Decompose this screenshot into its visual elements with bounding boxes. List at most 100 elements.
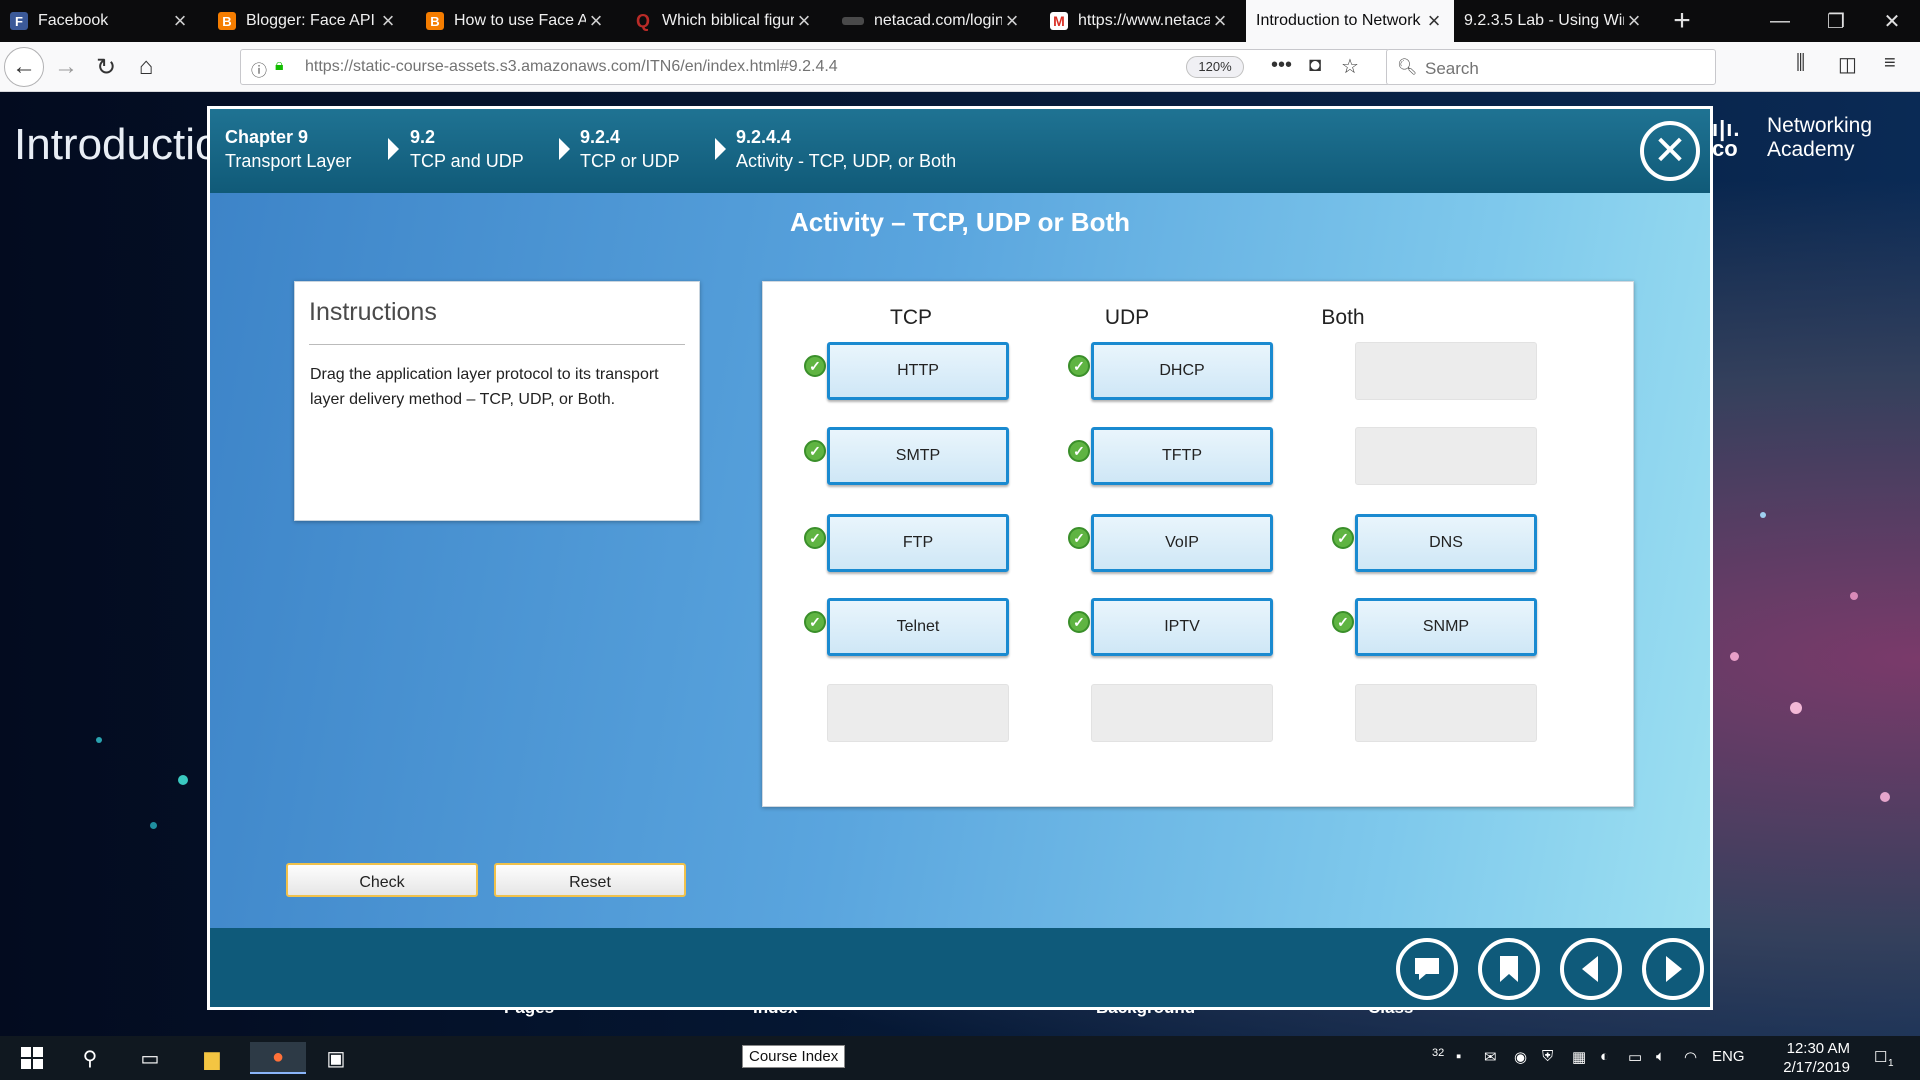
empty-drop-slot[interactable] <box>1355 427 1537 485</box>
tab-lab[interactable]: 9.2.3.5 Lab - Using Wires × <box>1454 0 1654 42</box>
more-actions-icon[interactable]: ••• <box>1271 54 1292 77</box>
menu-icon[interactable]: ≡ <box>1884 52 1896 75</box>
minimize-button[interactable]: — <box>1752 0 1808 42</box>
volume-icon[interactable]: 🔈︎ <box>1656 1048 1665 1065</box>
fiber-light <box>1760 512 1766 518</box>
protocol-card-ftp[interactable]: FTP <box>827 514 1009 572</box>
close-tab-icon[interactable]: × <box>1210 8 1230 34</box>
close-icon: ✕ <box>1653 129 1687 173</box>
file-explorer-icon[interactable]: ▆ <box>188 1042 236 1074</box>
close-tab-icon[interactable]: × <box>1002 8 1022 34</box>
correct-check-icon: ✓ <box>804 611 826 633</box>
firefox-icon[interactable]: ● <box>250 1042 306 1074</box>
activity-modal: Chapter 9 Transport Layer 9.2 TCP and UD… <box>207 106 1713 1010</box>
next-page-button[interactable] <box>1642 938 1704 1000</box>
reset-button[interactable]: Reset <box>494 863 686 897</box>
close-window-button[interactable]: ✕ <box>1864 0 1920 42</box>
battery-icon[interactable]: ▭ <box>1628 1048 1642 1066</box>
tab-blogger[interactable]: B Blogger: Face API A × <box>208 0 408 42</box>
breadcrumb-number: 9.2 <box>410 127 436 147</box>
bookmark-star-icon[interactable]: ☆ <box>1341 54 1359 79</box>
new-tab-button[interactable]: + <box>1662 0 1702 42</box>
home-button[interactable]: ⌂ <box>126 47 166 87</box>
close-modal-button[interactable]: ✕ <box>1640 121 1700 181</box>
close-tab-icon[interactable]: × <box>794 8 814 34</box>
correct-check-icon: ✓ <box>804 527 826 549</box>
protocol-card-dhcp[interactable]: DHCP <box>1091 342 1273 400</box>
task-view-icon[interactable]: ▭ <box>126 1042 174 1074</box>
back-button[interactable]: ← <box>4 47 44 87</box>
breadcrumb-arrow-icon <box>559 138 570 160</box>
breadcrumb-section[interactable]: 9.2 TCP and UDP <box>410 125 524 173</box>
tab-face-api[interactable]: B How to use Face AP × <box>416 0 616 42</box>
action-center-icon[interactable]: ☐ <box>1874 1048 1887 1066</box>
record-icon[interactable]: ◉ <box>1514 1048 1527 1066</box>
tab-title: https://www.netacad <box>1078 12 1210 29</box>
empty-drop-slot[interactable] <box>1355 342 1537 400</box>
breadcrumb-activity[interactable]: 9.2.4.4 Activity - TCP, UDP, or Both <box>736 125 956 173</box>
network-app-icon[interactable]: ▦ <box>1572 1048 1586 1066</box>
tab-title: 9.2.3.5 Lab - Using Wires <box>1464 12 1624 29</box>
breadcrumb-chapter[interactable]: Chapter 9 Transport Layer <box>225 125 351 173</box>
start-windows-icon[interactable] <box>8 1042 56 1074</box>
close-tab-icon[interactable]: × <box>170 8 190 34</box>
close-tab-icon[interactable]: × <box>1424 8 1444 34</box>
terminal-icon[interactable]: ▣ <box>312 1042 360 1074</box>
clock-date: 2/17/2019 <box>1783 1059 1850 1076</box>
compass-icon[interactable]: ◐ <box>1600 1048 1609 1065</box>
protocol-card-dns[interactable]: DNS <box>1355 514 1537 572</box>
quora-icon: Q <box>635 10 650 31</box>
tab-netacad-login[interactable]: netacad.com/login/ × <box>832 0 1032 42</box>
tab-title: Which biblical figur <box>662 12 794 29</box>
close-tab-icon[interactable]: × <box>586 8 606 34</box>
tab-title: How to use Face AP <box>454 12 586 29</box>
clock[interactable]: 12:30 AM 2/17/2019 <box>1760 1039 1850 1077</box>
check-button[interactable]: Check <box>286 863 478 897</box>
protocol-card-tftp[interactable]: TFTP <box>1091 427 1273 485</box>
forward-button[interactable]: → <box>46 47 86 87</box>
previous-page-button[interactable] <box>1560 938 1622 1000</box>
bookmark-button[interactable] <box>1478 938 1540 1000</box>
correct-check-icon: ✓ <box>1332 527 1354 549</box>
zoom-level-badge[interactable]: 120% <box>1186 56 1244 78</box>
arrow-right-icon <box>1666 956 1682 982</box>
empty-drop-slot[interactable] <box>1091 684 1273 742</box>
teams-icon[interactable]: ▪ <box>1456 1048 1461 1065</box>
protocol-card-voip[interactable]: VoIP <box>1091 514 1273 572</box>
tab-introduction-to-networks[interactable]: Introduction to Network × <box>1246 0 1454 42</box>
info-icon[interactable]: ⓘ <box>251 57 267 81</box>
pocket-icon[interactable]: ◘ <box>1309 54 1321 77</box>
lock-icon[interactable]: 🔒︎ <box>275 57 284 75</box>
comment-button[interactable] <box>1396 938 1458 1000</box>
tab-quora[interactable]: Q Which biblical figur × <box>624 0 824 42</box>
breadcrumb-label: TCP and UDP <box>410 151 524 171</box>
protocol-card-smtp[interactable]: SMTP <box>827 427 1009 485</box>
breadcrumb-label: Activity - TCP, UDP, or Both <box>736 151 957 171</box>
close-tab-icon[interactable]: × <box>378 8 398 34</box>
close-tab-icon[interactable]: × <box>1624 8 1644 34</box>
library-icon[interactable]: ⫼ <box>1796 52 1805 75</box>
arrow-left-icon <box>1582 956 1598 982</box>
protocol-card-iptv[interactable]: IPTV <box>1091 598 1273 656</box>
tab-netacad[interactable]: M https://www.netacad × <box>1040 0 1240 42</box>
empty-drop-slot[interactable] <box>1355 684 1537 742</box>
tab-facebook[interactable]: F Facebook × <box>0 0 200 42</box>
empty-drop-slot[interactable] <box>827 684 1009 742</box>
reload-button[interactable]: ↻ <box>86 47 126 87</box>
restore-button[interactable]: ❐ <box>1808 0 1864 42</box>
search-icon[interactable]: ⚲ <box>66 1042 114 1074</box>
shield-icon[interactable]: ⛨ <box>1542 1048 1553 1065</box>
language-indicator[interactable]: ENG <box>1712 1048 1745 1065</box>
sidebar-icon[interactable]: ◫ <box>1838 52 1857 77</box>
protocol-card-snmp[interactable]: SNMP <box>1355 598 1537 656</box>
blogger-icon: B <box>426 12 444 30</box>
breadcrumb-topic[interactable]: 9.2.4 TCP or UDP <box>580 125 680 173</box>
url-bar[interactable]: ⓘ 🔒︎ https://static-course-assets.s3.ama… <box>240 49 1390 85</box>
wifi-icon[interactable]: ◠ <box>1684 1048 1697 1066</box>
protocol-card-telnet[interactable]: Telnet <box>827 598 1009 656</box>
search-box[interactable]: 🔍︎ Search <box>1386 49 1716 85</box>
fiber-light <box>96 737 102 743</box>
tooltip: Course Index <box>742 1045 846 1068</box>
mail-icon[interactable]: ✉ <box>1484 1048 1497 1066</box>
protocol-card-http[interactable]: HTTP <box>827 342 1009 400</box>
